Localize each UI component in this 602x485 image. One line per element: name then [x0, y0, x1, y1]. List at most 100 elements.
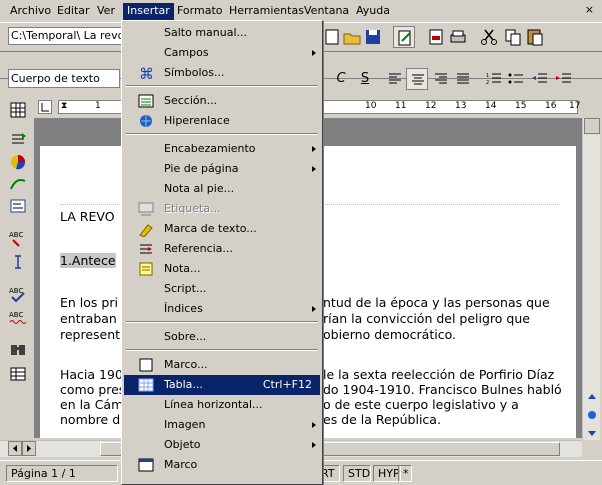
menu-item-nota-al-pie[interactable]: Nota al pie...: [124, 179, 320, 199]
navigator-icon[interactable]: [584, 408, 600, 422]
menu-item-etiqueta: Etiqueta...: [124, 199, 320, 219]
close-document-icon[interactable]: ×: [585, 3, 594, 16]
print-icon[interactable]: [447, 26, 469, 48]
ruler-indent-marker[interactable]: ⧗: [61, 101, 67, 111]
menu-item-seccion[interactable]: Sección...: [124, 91, 320, 111]
scroll-up-icon[interactable]: [584, 118, 600, 134]
numbering-icon[interactable]: 12: [483, 68, 505, 90]
menu-archivo[interactable]: Archivo: [6, 3, 55, 20]
menu-item-label: Objeto: [164, 438, 201, 451]
align-center-icon[interactable]: [406, 68, 428, 90]
menu-item-label: Pie de página: [164, 162, 239, 175]
menu-ventana[interactable]: Ventana: [300, 3, 353, 20]
menu-item-objeto[interactable]: Objeto: [124, 435, 320, 455]
draw-functions-icon[interactable]: [8, 174, 28, 194]
edit-mode-icon[interactable]: [393, 26, 415, 48]
doc-text-fragment: obierno democrático.: [323, 327, 456, 342]
paste-icon[interactable]: [524, 26, 546, 48]
menu-item-salto-manual[interactable]: Salto manual...: [124, 23, 320, 43]
menu-editar[interactable]: Editar: [53, 3, 94, 20]
menu-item-encabezamiento[interactable]: Encabezamiento: [124, 139, 320, 159]
text-cursor-icon[interactable]: [8, 252, 28, 272]
doc-text-line: Hacia 190: [60, 367, 123, 382]
menu-item-indices[interactable]: Índices: [124, 299, 320, 319]
save-icon[interactable]: [362, 26, 384, 48]
paragraph-style-select[interactable]: Cuerpo de texto: [8, 69, 120, 88]
menu-item-shortcut: Ctrl+F12: [262, 378, 312, 391]
tab-stop-selector[interactable]: [38, 100, 52, 114]
menu-herramientas[interactable]: Herramientas: [225, 3, 308, 20]
ruler-mark: 15: [515, 101, 527, 111]
submenu-arrow-icon: [312, 442, 316, 448]
menu-item-simbolos[interactable]: ⌘ Símbolos...: [124, 63, 320, 83]
menu-item-label: Marco: [164, 458, 198, 471]
spellcheck-icon[interactable]: ABC: [8, 284, 28, 304]
autocomplete-icon[interactable]: ABC: [8, 228, 28, 248]
ruler-mark: 13: [455, 101, 467, 111]
insert-chart-icon[interactable]: [8, 152, 28, 172]
align-left-icon[interactable]: [384, 68, 406, 90]
ruler-mark: 17: [569, 101, 581, 111]
doc-text-line: como pres: [60, 382, 126, 397]
menu-item-referencia[interactable]: Referencia...: [124, 239, 320, 259]
find-replace-icon[interactable]: [8, 340, 28, 360]
vertical-scrollbar[interactable]: [582, 118, 600, 440]
decrease-indent-icon[interactable]: [529, 68, 551, 90]
selection-mode-indicator[interactable]: STD: [343, 465, 371, 482]
menu-item-label: Hiperenlace: [164, 114, 230, 127]
menu-item-tabla[interactable]: Tabla... Ctrl+F12: [124, 375, 320, 395]
hyperlink-icon: [138, 113, 154, 129]
url-field[interactable]: C:\Temporal\ La revolu: [8, 27, 128, 45]
datasource-icon[interactable]: [8, 364, 28, 384]
doc-text-fragment: ntud de la época y las personas que: [323, 295, 550, 310]
menu-ayuda[interactable]: Ayuda: [352, 3, 394, 20]
auto-spellcheck-icon[interactable]: ABC: [8, 308, 28, 328]
italic-button[interactable]: C: [330, 68, 352, 90]
prev-page-icon[interactable]: [584, 392, 600, 406]
frame-icon: [138, 357, 154, 373]
menu-item-label: Tabla...: [164, 378, 203, 391]
menu-insertar[interactable]: Insertar: [123, 3, 174, 20]
export-pdf-icon[interactable]: [425, 26, 447, 48]
scroll-left-icon[interactable]: [8, 441, 22, 456]
bookmark-icon: [138, 221, 154, 238]
menu-item-script[interactable]: Script...: [124, 279, 320, 299]
menu-item-marco-dialog[interactable]: Marco...: [124, 355, 320, 375]
menu-item-nota[interactable]: Nota...: [124, 259, 320, 279]
underline-button[interactable]: S: [354, 68, 376, 90]
open-folder-icon[interactable]: [341, 26, 363, 48]
reference-icon: [138, 241, 154, 257]
menu-item-linea-horizontal[interactable]: Línea horizontal...: [124, 395, 320, 415]
ruler-mark: 10: [365, 101, 377, 111]
increase-indent-icon[interactable]: [553, 68, 575, 90]
copy-icon[interactable]: [502, 26, 524, 48]
ruler-mark: 16: [545, 101, 557, 111]
menu-item-label: Nota...: [164, 262, 201, 275]
menu-item-imagen[interactable]: Imagen: [124, 415, 320, 435]
scroll-right-icon[interactable]: [22, 441, 36, 456]
doc-text-fragment: es de la República.: [323, 412, 441, 427]
menu-item-campos[interactable]: Campos: [124, 43, 320, 63]
form-icon[interactable]: [8, 196, 28, 216]
align-right-icon[interactable]: [430, 68, 452, 90]
menu-item-hiperenlace[interactable]: Hiperenlace: [124, 111, 320, 131]
submenu-arrow-icon: [312, 306, 316, 312]
menu-item-label: Imagen: [164, 418, 206, 431]
insert-table-icon[interactable]: [8, 100, 28, 120]
menu-item-label: Sección...: [164, 94, 218, 107]
justify-icon[interactable]: [452, 68, 474, 90]
cut-icon[interactable]: [478, 26, 500, 48]
insert-menu: Salto manual... Campos ⌘ Símbolos... Sec…: [121, 20, 323, 485]
insert-fields-icon[interactable]: [8, 130, 28, 150]
menu-ver[interactable]: Ver: [93, 3, 119, 20]
menu-item-label: Nota al pie...: [164, 182, 235, 195]
hyperlink-mode-indicator[interactable]: HYP: [373, 465, 401, 482]
next-page-icon[interactable]: [584, 424, 600, 438]
menu-item-pie-de-pagina[interactable]: Pie de página: [124, 159, 320, 179]
menu-item-sobre[interactable]: Sobre...: [124, 327, 320, 347]
menu-item-marco[interactable]: Marco: [124, 455, 320, 475]
menu-item-marca-de-texto[interactable]: Marca de texto...: [124, 219, 320, 239]
menu-formato[interactable]: Formato: [173, 3, 227, 20]
bullets-icon[interactable]: [505, 68, 527, 90]
svg-text:2: 2: [486, 80, 489, 86]
